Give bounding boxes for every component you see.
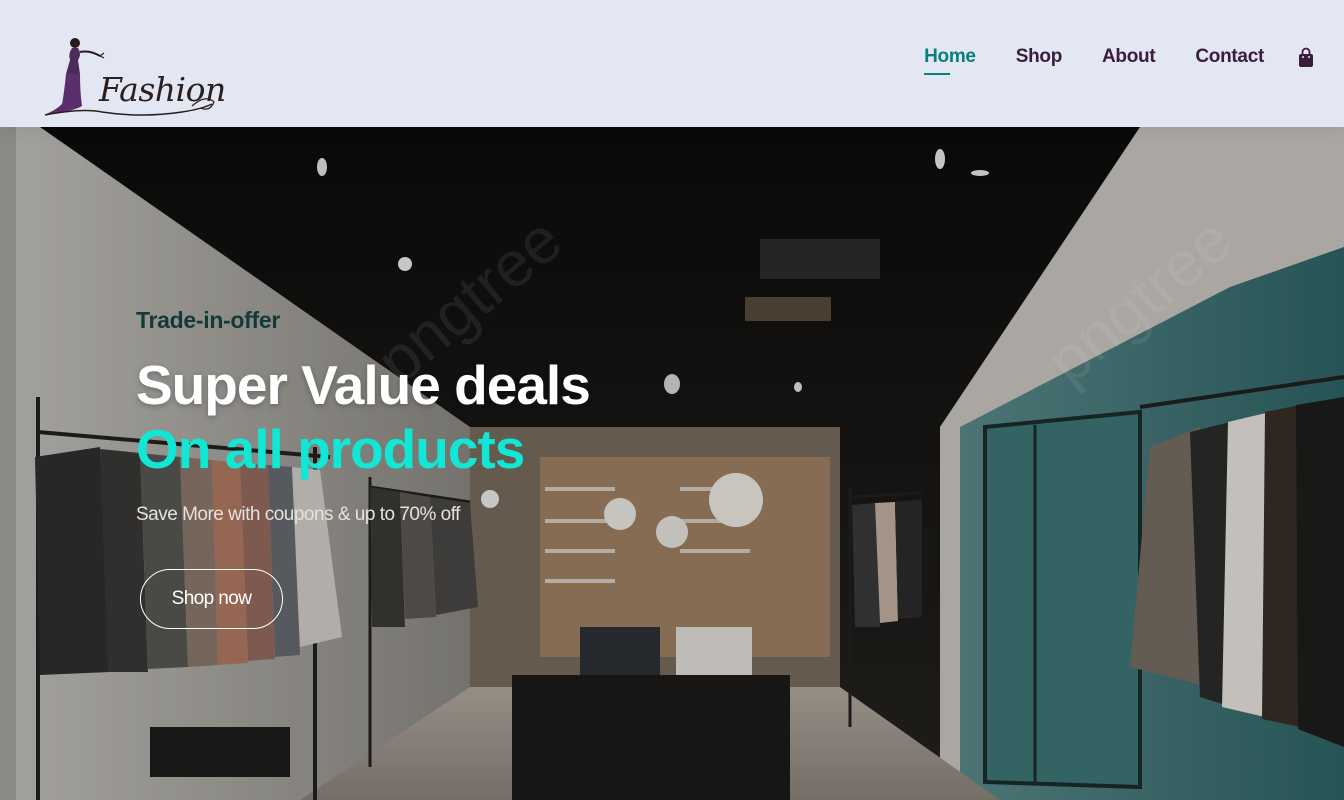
main-navigation: Home Shop About Contact [904, 46, 1314, 75]
hero-content: Trade-in-offer Super Value deals On all … [136, 307, 591, 526]
shopping-bag-icon [1299, 47, 1313, 67]
hero-title-line1: Super Value deals [136, 354, 591, 416]
nav-home-link[interactable]: Home [924, 46, 976, 75]
nav-shop-link[interactable]: Shop [1016, 46, 1063, 68]
hero-title-line2: On all products [136, 418, 525, 480]
logo-wordmark: Fashion [99, 70, 226, 109]
hero-kicker: Trade-in-offer [136, 307, 281, 333]
nav-about-link[interactable]: About [1102, 46, 1156, 68]
nav-contact-link[interactable]: Contact [1195, 46, 1264, 68]
brand-logo[interactable]: Fashion [42, 34, 226, 120]
cart-link[interactable] [1298, 47, 1314, 68]
hero-subtitle: Save More with coupons & up to 70% off [136, 504, 460, 525]
shop-now-button[interactable]: Shop now [140, 569, 283, 629]
hero-section: pngtree pngtree Trade-in-offer Super Val… [0, 127, 1344, 800]
site-header: Fashion Home Shop About Contact [0, 0, 1344, 127]
